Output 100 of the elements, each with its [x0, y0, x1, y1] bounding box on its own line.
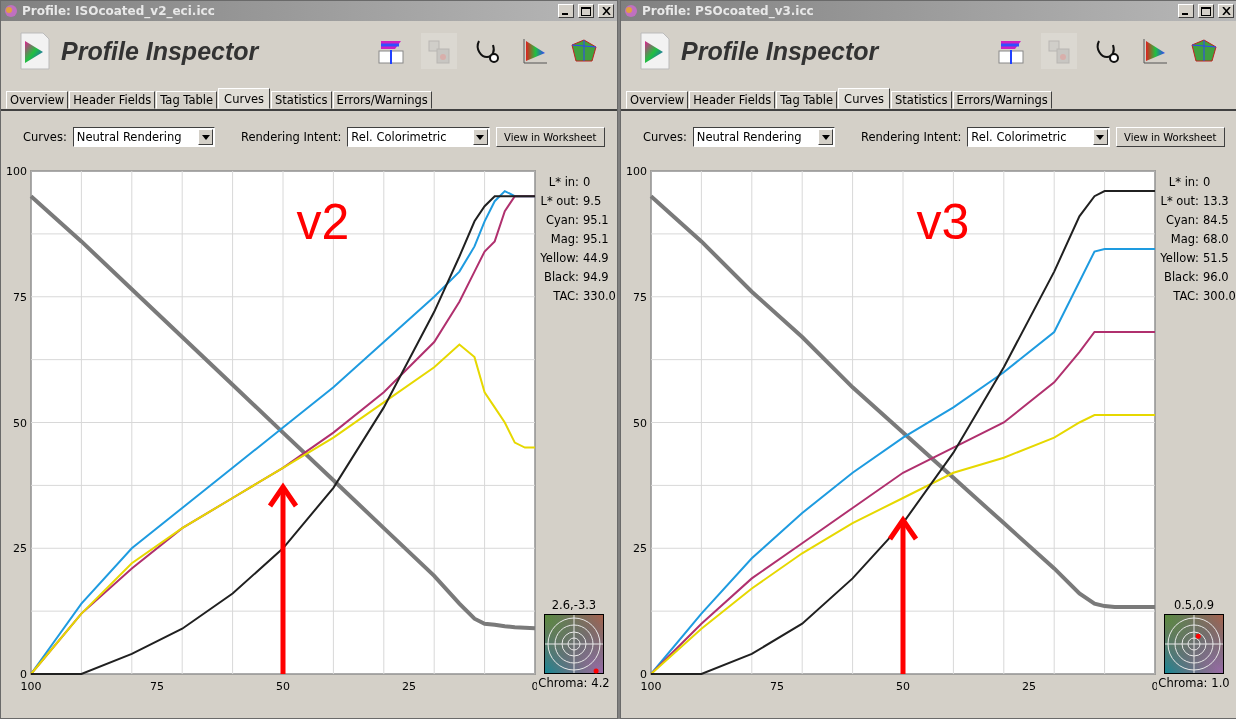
axis-tick-label: 100 [626, 165, 647, 178]
axis-tick-label: 0 [531, 680, 537, 693]
readout-value: 95.1 [583, 232, 610, 246]
readout-value: 300.0 [1203, 289, 1236, 303]
gamut-solid-icon [1188, 37, 1218, 65]
readout-value: 13.3 [1203, 194, 1230, 208]
axis-tick-label: 25 [633, 542, 647, 556]
axis-tick-label: 75 [13, 290, 27, 304]
readout-value: 44.9 [583, 251, 610, 265]
view-in-worksheet-button[interactable]: View in Worksheet [495, 127, 605, 147]
window-title: Profile: PSOcoated_v3.icc [642, 4, 815, 18]
axis-tick-label: 75 [770, 680, 784, 693]
chroma-coordinates: 0.5,0.9 [1173, 598, 1215, 612]
readout-value: 94.9 [583, 270, 610, 284]
readout-value: 0 [583, 175, 592, 189]
view-in-worksheet-button[interactable]: View in Worksheet [1115, 127, 1225, 147]
color-triangle-icon [521, 37, 549, 65]
curves-label: Curves: [643, 130, 687, 144]
tab[interactable]: Tag Table [776, 91, 838, 109]
axis-tick-label: 25 [402, 680, 416, 693]
rendering-intent-label: Rendering Intent: [861, 130, 962, 144]
chroma-coordinates: 2.6,-3.3 [551, 598, 597, 612]
readout-label: Mag: [549, 232, 579, 246]
annotation-label: v2 [296, 194, 350, 250]
tab[interactable]: Tag Table [156, 91, 218, 109]
readout-value: 9.5 [583, 194, 603, 208]
readout-label: Black: [1163, 270, 1199, 284]
readout-value: 330.0 [583, 289, 617, 303]
readout-label: L* out: [539, 194, 579, 208]
caret-icon [476, 134, 485, 140]
readout-value: 51.5 [1203, 251, 1230, 265]
tab[interactable]: Overview [6, 91, 69, 109]
readout-label: Cyan: [1164, 213, 1199, 227]
rendering-intent-dropdown[interactable]: Rel. Colorimetric [967, 127, 1110, 147]
app-name: Profile Inspector [681, 36, 881, 66]
rendering-intent-dropdown[interactable]: Rel. Colorimetric [347, 127, 490, 147]
maximize-icon [581, 6, 591, 16]
readout-label: TAC: [1172, 289, 1199, 303]
tab[interactable]: Statistics [891, 91, 952, 109]
axis-tick-label: 0 [640, 668, 647, 681]
close-button[interactable] [598, 4, 614, 18]
color-triangle-icon [1141, 37, 1169, 65]
curves-dropdown[interactable]: Neutral Rendering [72, 127, 215, 147]
readout-label: L* in: [547, 175, 579, 189]
axis-tick-label: 25 [1022, 680, 1036, 693]
readout-label: Mag: [1169, 232, 1199, 246]
axis-tick-label: 100 [6, 165, 27, 178]
tab[interactable]: Header Fields [69, 91, 156, 109]
axis-tick-label: 100 [20, 680, 42, 693]
tab[interactable]: Statistics [271, 91, 332, 109]
caret-icon [821, 134, 830, 140]
axis-tick-label: 75 [633, 290, 647, 304]
axis-tick-label: 0 [1151, 680, 1157, 693]
readout-label: TAC: [552, 289, 579, 303]
maximize-icon [1201, 6, 1211, 16]
logo-icon [19, 31, 51, 71]
readout-value: 0 [1203, 175, 1212, 189]
axis-tick-label: 50 [633, 416, 647, 430]
document-transfer-icon [425, 37, 453, 65]
app-icon [624, 4, 638, 18]
caret-icon [201, 134, 210, 140]
document-transfer-icon [1045, 37, 1073, 65]
caret-icon [1096, 134, 1105, 140]
minimize-button[interactable] [558, 4, 574, 18]
axis-tick-label: 50 [13, 416, 27, 430]
readout-label: Cyan: [544, 213, 579, 227]
chroma-value: 1.0 [1211, 676, 1230, 690]
axis-tick-label: 75 [150, 680, 164, 693]
close-button[interactable] [1218, 4, 1234, 18]
tab[interactable]: Curves [838, 88, 891, 109]
annotation-label: v3 [916, 194, 970, 250]
logo-icon [639, 31, 671, 71]
tab[interactable]: Overview [626, 91, 689, 109]
chroma-target-drawing [1164, 614, 1224, 674]
axis-tick-label: 100 [640, 680, 662, 693]
rendering-intent-label: Rendering Intent: [241, 130, 342, 144]
readout-value: 95.1 [583, 213, 610, 227]
tab[interactable]: Errors/Warnings [952, 91, 1052, 109]
tab[interactable]: Header Fields [689, 91, 776, 109]
curves-dropdown[interactable]: Neutral Rendering [692, 127, 835, 147]
close-icon [1221, 7, 1231, 15]
axis-tick-label: 50 [896, 680, 910, 693]
close-icon [601, 7, 611, 15]
chroma-label: Chroma: [538, 676, 588, 690]
chroma-label: Chroma: [1158, 676, 1208, 690]
maximize-button[interactable] [1198, 4, 1214, 18]
maximize-button[interactable] [578, 4, 594, 18]
axis-tick-label: 25 [13, 542, 27, 556]
gamut-solid-icon [568, 37, 598, 65]
readout-value: 68.0 [1203, 232, 1230, 246]
readout-value: 96.0 [1203, 270, 1230, 284]
minimize-button[interactable] [1178, 4, 1194, 18]
readout-label: L* out: [1159, 194, 1199, 208]
axis-tick-label: 50 [276, 680, 290, 693]
tab[interactable]: Errors/Warnings [332, 91, 432, 109]
axis-tick-label: 0 [20, 668, 27, 681]
app-icon [4, 4, 18, 18]
tab[interactable]: Curves [218, 88, 271, 109]
curves-label: Curves: [23, 130, 67, 144]
readout-label: L* in: [1167, 175, 1199, 189]
